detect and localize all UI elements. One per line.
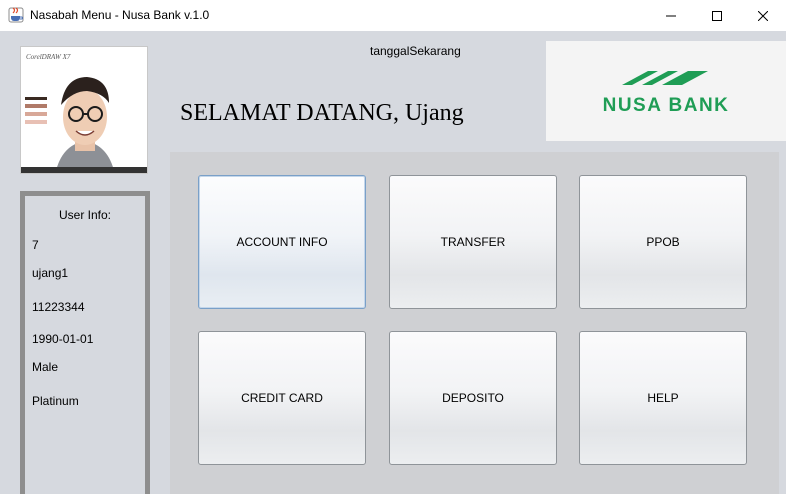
logo-text: NUSA BANK [603, 95, 730, 116]
account-info-button[interactable]: ACCOUNT INFO [198, 175, 366, 309]
close-button[interactable] [740, 0, 786, 31]
gender-value: Male [32, 360, 59, 374]
username-value: ujang1 [32, 266, 69, 280]
window-title: Nasabah Menu - Nusa Bank v.1.0 [30, 8, 210, 22]
user-info-panel: User Info: 7 ujang1 11223344 1990-01-01 … [20, 191, 150, 494]
maximize-button[interactable] [694, 0, 740, 31]
java-app-icon [8, 7, 24, 23]
account-number-value: 11223344 [32, 300, 85, 314]
minimize-icon [666, 15, 676, 16]
credit-card-button[interactable]: CREDIT CARD [198, 331, 366, 465]
membership-tier-value: Platinum [32, 394, 79, 408]
title-bar: Nasabah Menu - Nusa Bank v.1.0 [0, 0, 786, 31]
close-icon [758, 10, 768, 21]
user-avatar: CorelDRAW X7 [20, 46, 148, 174]
help-button[interactable]: HELP [579, 331, 747, 465]
user-info-heading: User Info: [58, 208, 112, 222]
welcome-heading: SELAMAT DATANG, Ujang [180, 100, 464, 126]
avatar-illustration: CorelDRAW X7 [21, 47, 147, 173]
nusa-bank-logo: NUSA BANK [546, 41, 786, 141]
current-date-label: tanggalSekarang [370, 44, 461, 58]
birth-date-value: 1990-01-01 [32, 332, 94, 346]
logo-graphic: NUSA BANK [603, 71, 730, 116]
user-id-value: 7 [32, 238, 39, 252]
minimize-button[interactable] [648, 0, 694, 31]
avatar-caption: CorelDRAW X7 [26, 53, 71, 61]
ppob-button[interactable]: PPOB [579, 175, 747, 309]
deposito-button[interactable]: DEPOSITO [389, 331, 557, 465]
transfer-button[interactable]: TRANSFER [389, 175, 557, 309]
maximize-icon [712, 10, 722, 21]
